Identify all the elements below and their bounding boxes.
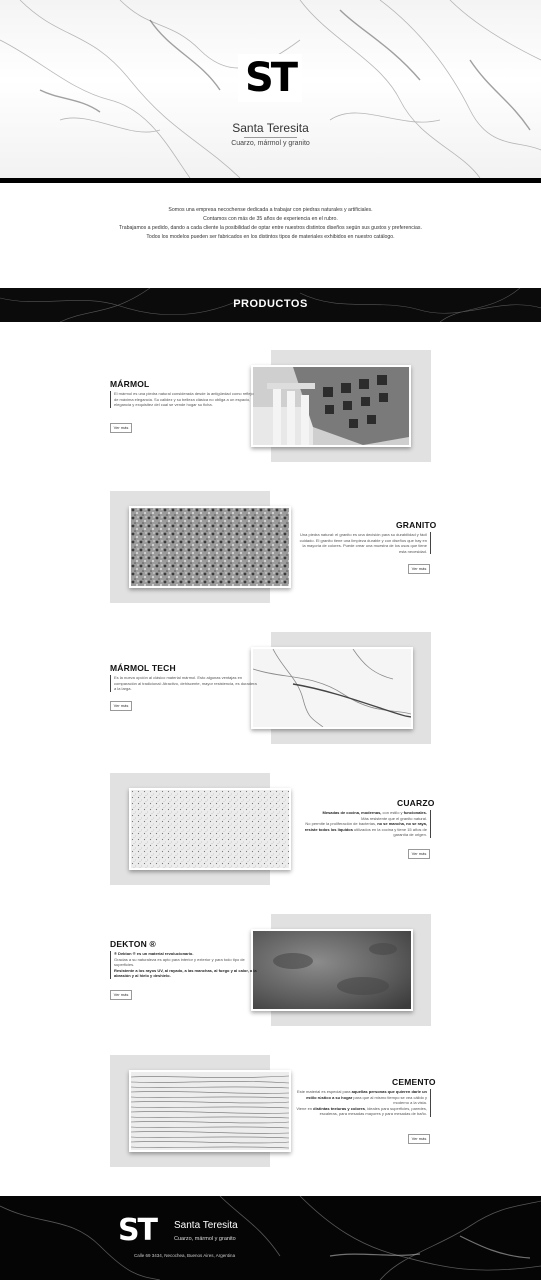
footer-tagline: Cuarzo, mármol y granito xyxy=(174,1236,236,1242)
site-footer: ST Santa Teresita Cuarzo, mármol y grani… xyxy=(0,1196,541,1280)
intro-line: Todos los modelos pueden ser fabricados … xyxy=(146,234,395,240)
product-image[interactable] xyxy=(251,929,413,1011)
intro-text: Somos una empresa necochense dedicada a … xyxy=(0,206,541,242)
product-title: GRANITO xyxy=(396,520,437,530)
product-title: MÁRMOL TECH xyxy=(110,663,176,673)
ver-mas-button[interactable]: Ver más xyxy=(110,701,132,711)
product-image[interactable] xyxy=(129,506,291,588)
product-title: CUARZO xyxy=(397,798,435,808)
title-divider xyxy=(244,137,297,138)
product-description: Mesadas de cocina, modernas, con estilo … xyxy=(296,810,431,838)
product-description: ® Dekton ® es un material revolucionario… xyxy=(110,951,260,979)
product-image[interactable] xyxy=(251,365,411,447)
product-image[interactable] xyxy=(129,1070,291,1152)
product-image[interactable] xyxy=(129,788,291,870)
product-title: CEMENTO xyxy=(392,1077,436,1087)
product-description: El mármol es una piedra natural consider… xyxy=(110,391,256,408)
intro-line: Somos una empresa necochense dedicada a … xyxy=(168,207,373,213)
product-title: MÁRMOL xyxy=(110,379,150,389)
product-image[interactable] xyxy=(251,647,413,729)
ver-mas-button[interactable]: Ver más xyxy=(408,849,430,859)
product-title: DEKTON ® xyxy=(110,939,156,949)
site-title: Santa Teresita xyxy=(232,121,309,135)
hero-header: ST Santa Teresita Cuarzo, mármol y grani… xyxy=(0,0,541,178)
dark-marble-background xyxy=(0,1196,541,1280)
site-tagline: Cuarzo, mármol y granito xyxy=(231,140,310,147)
ver-mas-button[interactable]: Ver más xyxy=(110,423,132,433)
footer-logo[interactable]: ST xyxy=(117,1213,158,1248)
intro-line: Contamos con más de 35 años de experienc… xyxy=(203,216,338,222)
header-divider-bar xyxy=(0,178,541,183)
logo-mark: ST xyxy=(244,55,298,101)
product-description: Una piedra natural: el granito es una de… xyxy=(296,532,431,555)
ver-mas-button[interactable]: Ver más xyxy=(408,1134,430,1144)
ver-mas-button[interactable]: Ver más xyxy=(408,564,430,574)
footer-title: Santa Teresita xyxy=(174,1220,238,1231)
products-banner: PRODUCTOS xyxy=(0,288,541,322)
footer-address: Calle 69 3434, Necochea, Buenos Aires, A… xyxy=(134,1253,236,1258)
intro-line: Trabajamos a pedido, dando a cada client… xyxy=(119,225,422,231)
section-title: PRODUCTOS xyxy=(233,298,308,310)
logo[interactable]: ST xyxy=(238,54,302,102)
footer-logo-mark: ST xyxy=(117,1213,158,1248)
ver-mas-button[interactable]: Ver más xyxy=(110,990,132,1000)
product-description: Este material es especial para aquellas … xyxy=(296,1089,431,1117)
product-description: Es la nueva opción al clásico material m… xyxy=(110,675,258,692)
